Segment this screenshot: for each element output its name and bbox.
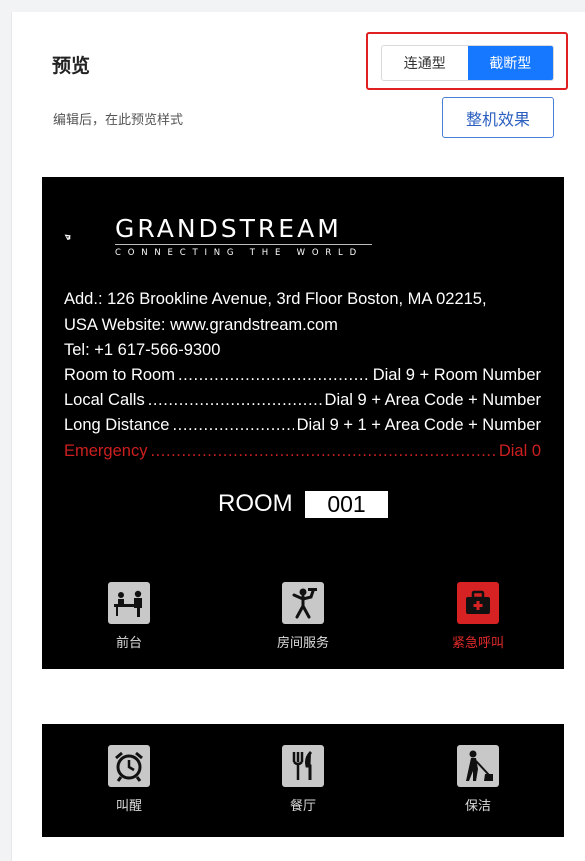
tab-truncated-type[interactable]: 截断型	[467, 46, 553, 80]
telephone: Tel: +1 617-566-9300	[64, 341, 221, 359]
dial-row-name: Emergency	[64, 442, 148, 460]
service-label: 餐厅	[289, 799, 316, 814]
dial-row-value: Dial 9 + Room Number	[372, 366, 541, 384]
room-number: 001	[305, 491, 388, 518]
dial-row-leader	[148, 388, 322, 412]
page-title: 预览	[52, 55, 91, 77]
dial-row-name: Local Calls	[64, 391, 145, 409]
service-cleaning[interactable]: 保洁	[433, 745, 523, 814]
service-restaurant[interactable]: 餐厅	[258, 745, 348, 814]
service-label: 房间服务	[276, 636, 329, 651]
grandstream-logo-icon	[64, 234, 71, 241]
service-front-desk[interactable]: 前台	[84, 582, 174, 651]
room-service-icon	[282, 582, 324, 624]
service-room-service[interactable]: 房间服务	[258, 582, 348, 651]
dial-row-leader	[173, 413, 294, 437]
brand-tagline: CONNECTING THE WORLD	[115, 248, 363, 258]
dial-row-value: Dial 0	[498, 442, 541, 460]
service-wake-up[interactable]: 叫醒	[84, 745, 174, 814]
dial-row-name: Long Distance	[64, 416, 170, 434]
restaurant-icon	[282, 745, 324, 787]
page-subtitle: 编辑后，在此预览样式	[53, 113, 184, 128]
dial-row: Local Calls Dial 9 + Area Code + Number	[64, 388, 541, 412]
dial-row: Long Distance Dial 9 + 1 + Area Code + N…	[64, 413, 541, 437]
cleaning-icon	[457, 745, 499, 787]
alarm-clock-icon	[108, 745, 150, 787]
first-aid-icon	[457, 582, 499, 624]
front-desk-icon	[108, 582, 150, 624]
dial-row: Room to Room Dial 9 + Room Number	[64, 363, 541, 387]
dial-row-emergency: Emergency Dial 0	[64, 439, 541, 463]
logo-divider	[115, 244, 372, 245]
service-label: 叫醒	[115, 799, 142, 814]
tab-connected-type[interactable]: 连通型	[382, 46, 468, 80]
full-preview-button[interactable]: 整机效果	[442, 97, 554, 138]
service-emergency-call[interactable]: 紧急呼叫	[433, 582, 523, 651]
dial-row-name: Room to Room	[64, 366, 175, 384]
brand-name: GRANDSTREAM	[115, 214, 342, 243]
address-line-1: Add.: 126 Brookline Avenue, 3rd Floor Bo…	[64, 290, 487, 308]
service-label: 保洁	[464, 799, 491, 814]
layout-type-toggle: 连通型 截断型	[381, 45, 554, 81]
dial-row-leader	[150, 439, 495, 463]
dial-row-value: Dial 9 + Area Code + Number	[324, 391, 541, 409]
service-label: 紧急呼叫	[451, 636, 504, 651]
dial-row-leader	[178, 363, 370, 387]
address-line-2: USA Website: www.grandstream.com	[64, 316, 338, 334]
service-label: 前台	[115, 636, 142, 651]
room-label: ROOM	[218, 490, 293, 517]
dial-row-value: Dial 9 + 1 + Area Code + Number	[296, 416, 541, 434]
